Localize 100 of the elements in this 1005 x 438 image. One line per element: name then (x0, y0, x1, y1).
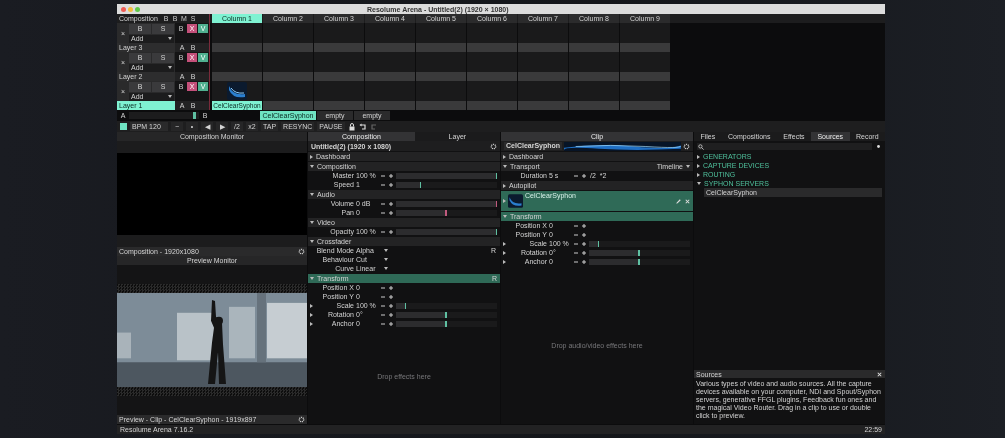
expand-arrow-icon[interactable] (309, 303, 313, 308)
settings-icon[interactable] (298, 416, 305, 423)
lock-icon[interactable] (347, 122, 356, 131)
crossfader-slider[interactable] (129, 112, 199, 119)
clip-slot[interactable] (467, 81, 517, 101)
parameter-slider[interactable] (396, 209, 497, 216)
options-icon[interactable] (875, 143, 882, 150)
close-icon[interactable] (684, 197, 691, 205)
clip-slot[interactable] (416, 23, 466, 43)
clip-slot[interactable] (620, 52, 670, 72)
clip-slot[interactable] (365, 81, 415, 101)
slider-handle[interactable] (445, 311, 447, 318)
expand-arrow-icon[interactable] (309, 312, 313, 317)
clip-slot[interactable] (416, 52, 466, 72)
minus-icon[interactable] (573, 172, 579, 179)
clip-slot[interactable] (569, 81, 619, 101)
clip-slot[interactable] (365, 52, 415, 72)
clip-slot[interactable] (212, 81, 262, 101)
clip-slot[interactable] (263, 23, 313, 43)
plus-icon[interactable] (388, 172, 394, 179)
clip-slot[interactable] (467, 52, 517, 72)
slider-handle[interactable] (495, 228, 497, 235)
expand-arrow-icon[interactable] (502, 259, 506, 264)
expand-arrow-icon[interactable] (697, 172, 700, 177)
expand-arrow-icon[interactable] (503, 154, 506, 159)
parameter-slider[interactable] (589, 258, 690, 265)
plus-icon[interactable] (388, 181, 394, 188)
clip-slot[interactable] (518, 23, 568, 43)
clip-slot[interactable] (620, 81, 670, 101)
clip-slot[interactable] (314, 52, 364, 72)
plus-icon[interactable] (388, 320, 394, 327)
close-icon[interactable] (876, 370, 883, 378)
parameter-slider[interactable] (396, 228, 497, 235)
clip-slot[interactable] (263, 52, 313, 72)
slider-handle[interactable] (495, 200, 497, 207)
parameter-slider[interactable] (396, 302, 497, 309)
parameter-slider[interactable] (396, 311, 497, 318)
clip-slot[interactable] (620, 23, 670, 43)
plus-icon[interactable] (581, 172, 587, 179)
settings-icon[interactable] (683, 142, 690, 150)
parameter-slider[interactable] (396, 181, 497, 188)
pencil-icon[interactable] (675, 197, 682, 205)
expand-arrow-icon[interactable] (309, 321, 313, 326)
slider-handle[interactable] (638, 249, 640, 256)
parameter-slider[interactable] (396, 200, 497, 207)
plus-icon[interactable] (581, 258, 587, 265)
clip-slot[interactable] (518, 81, 568, 101)
slider-handle[interactable] (445, 209, 447, 216)
search-field[interactable] (697, 143, 872, 150)
plus-icon[interactable] (388, 284, 394, 291)
plus-icon[interactable] (388, 200, 394, 207)
parameter-slider[interactable] (589, 249, 690, 256)
parameter-slider[interactable] (396, 172, 497, 179)
clip-slot[interactable] (263, 81, 313, 101)
clip-slot[interactable] (314, 23, 364, 43)
clip-slot[interactable] (365, 23, 415, 43)
clip-slot[interactable] (416, 81, 466, 101)
plus-icon[interactable] (388, 293, 394, 300)
plus-icon[interactable] (388, 302, 394, 309)
clip-label-bar (263, 101, 313, 110)
settings-icon[interactable] (298, 248, 305, 255)
expand-arrow-icon[interactable] (310, 240, 314, 243)
clip-slot[interactable] (569, 23, 619, 43)
plus-icon[interactable] (388, 209, 394, 216)
plus-icon[interactable] (581, 240, 587, 247)
slider-handle[interactable] (404, 302, 407, 309)
parameter-slider[interactable] (396, 320, 497, 327)
slider-handle[interactable] (597, 240, 600, 247)
clip-slot[interactable] (212, 23, 262, 43)
expand-arrow-icon[interactable] (697, 163, 700, 168)
slider-handle[interactable] (419, 181, 422, 188)
expand-arrow-icon[interactable] (697, 154, 700, 159)
slider-handle[interactable] (495, 172, 497, 179)
clip-slot[interactable] (314, 81, 364, 101)
plus-icon[interactable] (581, 249, 587, 256)
slider-handle[interactable] (638, 258, 640, 265)
minus-icon[interactable] (380, 228, 386, 235)
expand-arrow-icon[interactable] (310, 221, 314, 224)
clip-slot[interactable] (212, 52, 262, 72)
expand-arrow-icon[interactable] (310, 165, 314, 168)
plus-icon[interactable] (581, 231, 587, 238)
clip-slot[interactable] (467, 23, 517, 43)
expand-arrow-icon[interactable] (502, 250, 506, 255)
expand-arrow-icon[interactable] (310, 154, 313, 159)
expand-arrow-icon[interactable] (310, 193, 314, 196)
crossfader-handle[interactable] (192, 112, 196, 119)
parameter-slider[interactable] (589, 240, 690, 247)
clip-slot[interactable] (518, 52, 568, 72)
expand-arrow-icon[interactable] (503, 183, 506, 188)
plus-icon[interactable] (388, 228, 394, 235)
expand-arrow-icon[interactable] (503, 165, 507, 168)
clip-label-bar (314, 43, 364, 52)
undo-icon[interactable] (358, 122, 367, 131)
settings-icon[interactable] (490, 142, 497, 150)
slider-handle[interactable] (445, 320, 447, 327)
clip-slot[interactable] (569, 52, 619, 72)
plus-icon[interactable] (581, 222, 587, 229)
expand-arrow-icon[interactable] (502, 241, 506, 246)
plus-icon[interactable] (388, 311, 394, 318)
expand-arrow-icon[interactable] (697, 182, 701, 185)
